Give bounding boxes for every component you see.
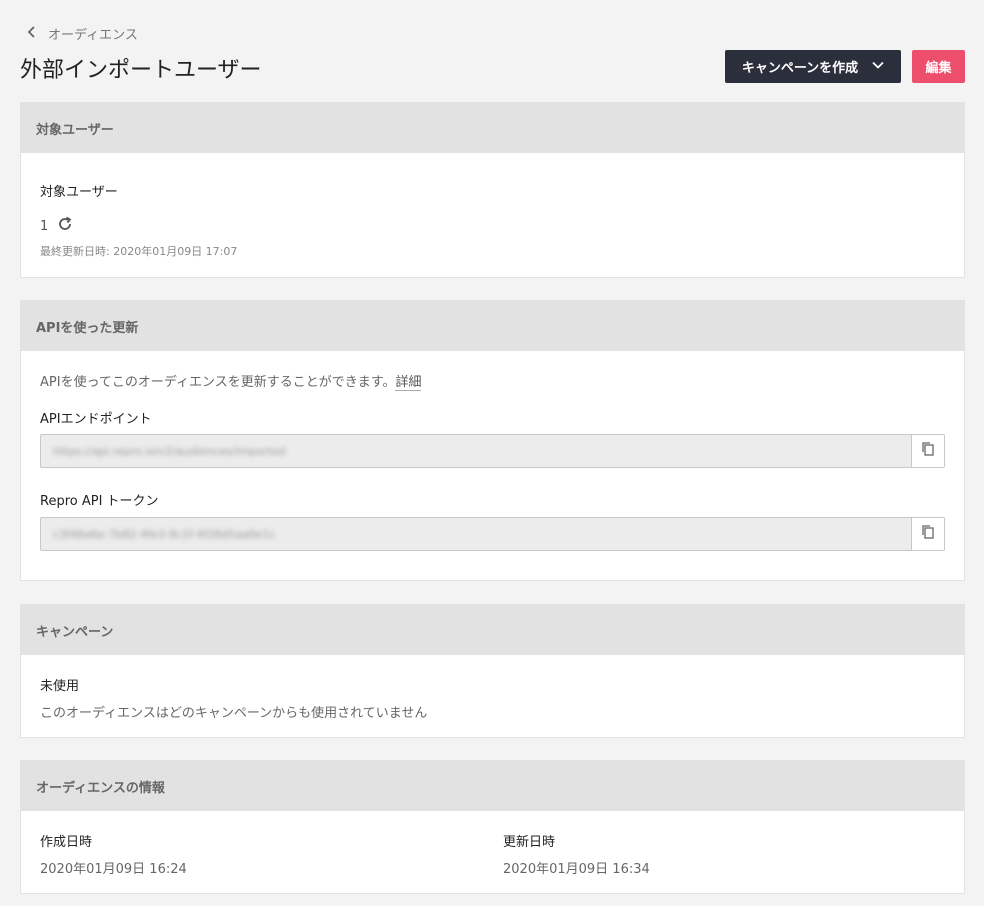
refresh-icon[interactable] xyxy=(56,215,74,237)
target-users-header: 対象ユーザー xyxy=(21,103,964,153)
chevron-down-icon xyxy=(872,59,884,75)
audience-info-header: オーディエンスの情報 xyxy=(21,761,964,811)
audience-info-card: オーディエンスの情報 作成日時 2020年01月09日 16:24 更新日時 2… xyxy=(20,760,965,894)
api-description: APIを使ってこのオーディエンスを更新することができます。詳細 xyxy=(40,371,422,391)
create-campaign-label: キャンペーンを作成 xyxy=(741,61,859,76)
copy-token-button[interactable] xyxy=(911,518,944,550)
api-detail-link[interactable]: 詳細 xyxy=(395,375,422,391)
create-campaign-button[interactable]: キャンペーンを作成 xyxy=(725,50,901,83)
copy-endpoint-button[interactable] xyxy=(911,435,944,467)
target-users-card: 対象ユーザー 対象ユーザー 1 最終更新日時: 2020年01月09日 17:0… xyxy=(20,102,965,278)
last-updated-text: 最終更新日時: 2020年01月09日 17:07 xyxy=(40,245,238,258)
edit-button[interactable]: 編集 xyxy=(912,50,965,83)
user-count-row: 1 xyxy=(40,215,74,237)
updated-value: 2020年01月09日 16:34 xyxy=(503,862,650,877)
campaign-status-text: このオーディエンスはどのキャンペーンからも使用されていません xyxy=(40,706,428,721)
created-value: 2020年01月09日 16:24 xyxy=(40,862,187,877)
api-token-field xyxy=(40,517,945,551)
chevron-left-icon xyxy=(26,25,38,42)
edit-button-label: 編集 xyxy=(925,61,952,76)
campaign-header: キャンペーン xyxy=(21,605,964,655)
back-link[interactable]: オーディエンス xyxy=(26,24,138,43)
api-endpoint-field xyxy=(40,434,945,468)
api-token-input[interactable] xyxy=(41,518,911,550)
campaign-status-label: 未使用 xyxy=(40,679,80,694)
api-endpoint-label: APIエンドポイント xyxy=(40,412,152,427)
api-endpoint-input[interactable] xyxy=(41,435,911,467)
back-link-label: オーディエンス xyxy=(48,28,138,43)
created-label: 作成日時 xyxy=(40,835,93,850)
user-count: 1 xyxy=(40,218,49,234)
api-card: APIを使った更新 APIを使ってこのオーディエンスを更新することができます。詳… xyxy=(20,300,965,581)
copy-icon xyxy=(920,524,936,544)
api-description-text: APIを使ってこのオーディエンスを更新することができます。 xyxy=(40,375,396,390)
updated-label: 更新日時 xyxy=(503,835,556,850)
api-token-label: Repro API トークン xyxy=(40,494,159,509)
campaign-card: キャンペーン 未使用 このオーディエンスはどのキャンペーンからも使用されていませ… xyxy=(20,604,965,738)
copy-icon xyxy=(920,441,936,461)
api-header: APIを使った更新 xyxy=(21,301,964,351)
target-users-label: 対象ユーザー xyxy=(40,185,118,200)
page-title: 外部インポートユーザー xyxy=(20,58,262,83)
